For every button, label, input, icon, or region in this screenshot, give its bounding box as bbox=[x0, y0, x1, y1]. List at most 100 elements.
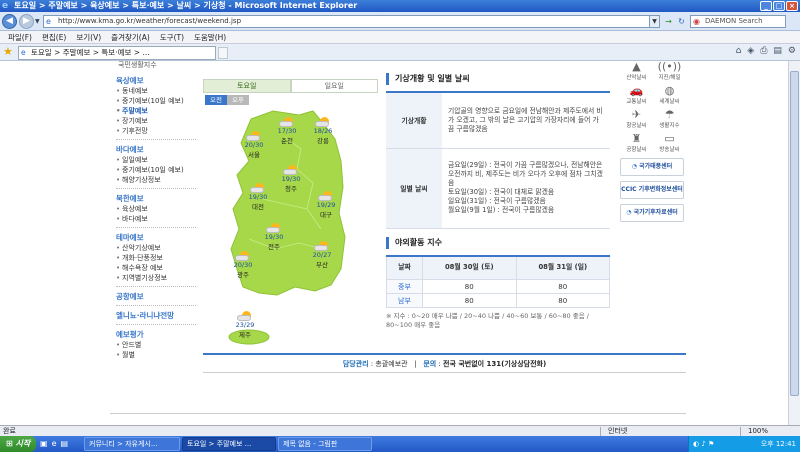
page-menu-icon[interactable]: ▤ bbox=[773, 46, 782, 56]
print-icon[interactable]: ⎙ bbox=[760, 46, 767, 56]
sidebar-item[interactable]: 중기예보(10일 예보) bbox=[110, 165, 202, 175]
city-jeju[interactable]: 23/29 제주 bbox=[230, 311, 260, 339]
city-daegu[interactable]: 19/29 대구 bbox=[311, 191, 341, 219]
sidebar-head-evaluation[interactable]: 예보평가 bbox=[110, 329, 202, 340]
sidebar-item[interactable]: 바다예보 bbox=[110, 214, 202, 224]
city-cheongju[interactable]: 19/30 청주 bbox=[276, 165, 306, 193]
sidebar-item[interactable]: 월별 bbox=[110, 350, 202, 360]
home-icon[interactable]: ⌂ bbox=[736, 46, 742, 56]
tools-menu-icon[interactable]: ⚙ bbox=[788, 46, 796, 56]
climate-data-banner[interactable]: ◔ 국가기후자료센터 bbox=[620, 204, 684, 222]
tab-sunday[interactable]: 일요일 bbox=[290, 79, 378, 93]
sidebar-item[interactable]: 일일예보 bbox=[110, 155, 202, 165]
security-zone: 인터넷 bbox=[608, 427, 628, 435]
sidebar-item[interactable]: 안드별 bbox=[110, 340, 202, 350]
sidebar-head-sea[interactable]: 바다예보 bbox=[110, 144, 202, 155]
address-input[interactable]: e http://www.kma.go.kr/weather/forecast/… bbox=[43, 15, 660, 28]
broadcast-weather-link[interactable]: ▭ 방송날씨 bbox=[653, 133, 686, 154]
sidebar-item[interactable]: 동네예보 bbox=[110, 86, 202, 96]
sidebar-item-weekend[interactable]: 주말예보 bbox=[110, 106, 202, 116]
taskbar-item[interactable]: 제목 없음 - 그림판 bbox=[278, 437, 372, 451]
city-chuncheon[interactable]: 17/30 춘천 bbox=[272, 117, 302, 145]
city-daejeon[interactable]: 19/30 대전 bbox=[243, 183, 273, 211]
start-button[interactable]: ⊞ 시작 bbox=[0, 436, 36, 452]
menu-edit[interactable]: 편집(E) bbox=[42, 31, 66, 43]
forward-button[interactable]: ▶ bbox=[19, 14, 34, 29]
menu-file[interactable]: 파일(F) bbox=[8, 31, 32, 43]
vertical-scrollbar[interactable] bbox=[788, 61, 800, 425]
system-tray: ◐ ♪ ⚑ 오후 12:41 bbox=[688, 436, 800, 452]
sidebar-item[interactable]: 해수욕장 예보 bbox=[110, 263, 202, 273]
new-tab-button[interactable] bbox=[218, 47, 228, 59]
menu-view[interactable]: 보기(V) bbox=[76, 31, 101, 43]
sidebar-item[interactable]: 해양기상정보 bbox=[110, 175, 202, 185]
city-gwangju[interactable]: 20/30 광주 bbox=[228, 251, 258, 279]
taskbar-item-active[interactable]: 토요일 > 주말예보 ... bbox=[182, 437, 276, 451]
sidebar-item[interactable]: 육상예보 bbox=[110, 204, 202, 214]
feeds-icon[interactable]: ◈ bbox=[747, 46, 754, 56]
typhoon-center-banner[interactable]: ◔ 국가태풍센터 bbox=[620, 158, 684, 176]
search-input[interactable]: ◉ DAEMON Search bbox=[690, 15, 786, 28]
close-button[interactable]: × bbox=[786, 1, 798, 11]
traffic-weather-link[interactable]: 🚗 교통날씨 bbox=[620, 85, 653, 106]
am-button[interactable]: 오전 bbox=[205, 95, 227, 105]
taskbar-item[interactable]: 커뮤니티 > 자유게시... bbox=[84, 437, 180, 451]
sidebar-item[interactable]: 지역별기상정보 bbox=[110, 273, 202, 283]
minimize-button[interactable]: _ bbox=[760, 1, 772, 11]
go-icon[interactable]: → bbox=[662, 15, 675, 28]
zoom-level[interactable]: 100% bbox=[748, 426, 768, 436]
sidebar-item[interactable]: 장기예보 bbox=[110, 116, 202, 126]
desktop-icon[interactable]: ▣ bbox=[40, 439, 48, 448]
sunny-cloudy-icon bbox=[315, 117, 331, 127]
world-weather-link[interactable]: ◍ 세계날씨 bbox=[653, 85, 686, 106]
tab-saturday[interactable]: 토요일 bbox=[203, 79, 291, 93]
sidebar-head-elnino[interactable]: 엘니뇨·라니냐전망 bbox=[110, 310, 202, 321]
daily-weather-text: 금요일(29일) : 전국이 가끔 구름많겠으나, 전남해안은 오전까지 비, … bbox=[442, 148, 610, 229]
weather-map: 토요일 일요일 오전 오후 20/30 서울 17/30 춘천 18/26 강릉 bbox=[203, 79, 380, 354]
life-index-link[interactable]: ☂ 생활지수 bbox=[653, 108, 686, 130]
sidebar-head-theme[interactable]: 테마예보 bbox=[110, 232, 202, 243]
mountain-icon: ▲ bbox=[632, 60, 641, 73]
menu-favorites[interactable]: 즐겨찾기(A) bbox=[111, 31, 150, 43]
umbrella-icon: ☂ bbox=[664, 108, 675, 121]
history-dropdown-icon[interactable]: ▼ bbox=[35, 18, 40, 25]
airport-weather-link[interactable]: ♜ 공항날씨 bbox=[620, 133, 653, 154]
refresh-icon[interactable]: ↻ bbox=[675, 15, 688, 28]
sidebar-item[interactable]: 산악기상예보 bbox=[110, 243, 202, 253]
menu-tools[interactable]: 도구(T) bbox=[160, 31, 184, 43]
city-jeonju[interactable]: 19/30 전주 bbox=[259, 223, 289, 251]
sidebar-head-north[interactable]: 북한예보 bbox=[110, 193, 202, 204]
address-dropdown-icon[interactable]: ▼ bbox=[649, 16, 659, 27]
ie-icon[interactable]: e bbox=[52, 439, 57, 448]
sidebar-item[interactable]: 중기예보(10일 예보) bbox=[110, 96, 202, 106]
sidebar-item[interactable]: 기후전망 bbox=[110, 126, 202, 136]
city-gangneung[interactable]: 18/26 강릉 bbox=[308, 117, 338, 145]
sidebar-top-item[interactable]: 국민생활지수 bbox=[110, 61, 202, 71]
pm-button[interactable]: 오후 bbox=[227, 95, 249, 105]
antenna-icon: ((•)) bbox=[657, 60, 682, 73]
city-busan[interactable]: 20/27 부산 bbox=[307, 241, 337, 269]
window-title: 토요일 > 주말예보 > 육상예보 > 특보·예보 > 날씨 > 기상청 - M… bbox=[14, 1, 358, 10]
page-icon: e bbox=[46, 17, 51, 26]
favorites-star-icon[interactable]: ★ bbox=[3, 46, 13, 58]
explorer-icon[interactable]: ▤ bbox=[60, 439, 68, 448]
menu-help[interactable]: 도움말(H) bbox=[194, 31, 226, 43]
tray-icons[interactable]: ◐ ♪ ⚑ bbox=[693, 440, 714, 448]
window-titlebar: e 토요일 > 주말예보 > 육상예보 > 특보·예보 > 날씨 > 기상청 -… bbox=[0, 0, 800, 12]
city-seoul[interactable]: 20/30 서울 bbox=[239, 131, 269, 159]
browser-tab[interactable]: e 토요일 > 주말예보 > 특보·예보 > ... bbox=[18, 46, 216, 60]
scrollbar-thumb[interactable] bbox=[790, 71, 799, 396]
sunny-cloudy-icon bbox=[250, 183, 266, 193]
sidebar-head-airport[interactable]: 공항예보 bbox=[110, 291, 202, 302]
sidebar-item[interactable]: 개화·단풍정보 bbox=[110, 253, 202, 263]
ampm-toggle: 오전 오후 bbox=[205, 95, 249, 105]
climate-center-banner[interactable]: CCIC 기후변화정보센터 bbox=[620, 181, 684, 199]
aviation-weather-link[interactable]: ✈ 항공날씨 bbox=[620, 109, 653, 130]
search-engine-icon: ◉ bbox=[693, 17, 700, 26]
sidebar-head-land[interactable]: 육상예보 bbox=[110, 75, 202, 86]
mountain-weather-link[interactable]: ▲ 산악날씨 bbox=[620, 60, 653, 82]
quick-launch: ▣ e ▤ bbox=[40, 439, 68, 448]
earthquake-link[interactable]: ((•)) 지진/해일 bbox=[653, 60, 686, 82]
back-button[interactable]: ◀ bbox=[2, 14, 17, 29]
maximize-button[interactable]: □ bbox=[773, 1, 785, 11]
